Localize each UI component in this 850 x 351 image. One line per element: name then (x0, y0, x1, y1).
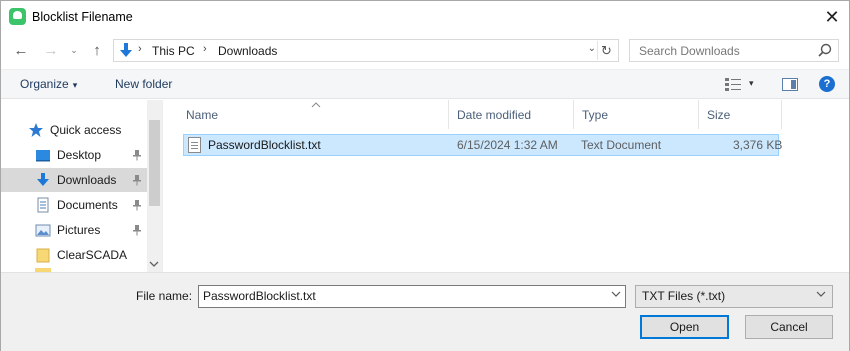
sidebar-item-label: ClearSCADA (57, 248, 128, 262)
file-size: 3,376 KB (733, 138, 783, 152)
breadcrumb-downloads[interactable]: Downloads (218, 44, 277, 58)
sidebar-item-downloads[interactable]: Downloads (1, 168, 147, 192)
column-header-label: Type (582, 107, 609, 122)
filename-dropdown[interactable] (611, 289, 621, 300)
up-button[interactable]: ↑ (87, 40, 107, 60)
filename-input[interactable]: PasswordBlocklist.txt (198, 285, 626, 308)
new-folder-button[interactable]: New folder (115, 77, 172, 91)
breadcrumb-separator: › (138, 43, 142, 55)
desktop-icon (36, 150, 50, 162)
pin-icon (132, 174, 142, 186)
address-bar[interactable]: › This PC › Downloads ⌄ ↻ (113, 39, 619, 62)
preview-pane-icon[interactable] (782, 78, 798, 91)
chevron-down-icon: ▾ (72, 80, 78, 90)
organize-label: Organize (20, 77, 69, 91)
download-icon (37, 173, 49, 186)
address-dropdown[interactable]: ⌄ (588, 43, 596, 54)
command-toolbar: Organize ▾ New folder ▾ ? (1, 69, 849, 99)
help-icon[interactable]: ? (819, 76, 835, 92)
filename-label: File name: (136, 289, 193, 303)
pictures-icon (35, 224, 51, 237)
sidebar-item-label: Documents (57, 198, 118, 212)
sidebar-item-clearscada[interactable]: ClearSCADA (1, 243, 147, 267)
column-header-size[interactable]: Size (699, 100, 782, 129)
window-title: Blocklist Filename (32, 10, 133, 24)
column-header-type[interactable]: Type (574, 100, 699, 129)
file-dialog: Blocklist Filename ✕ ← → ⌄ ↑ › This PC ›… (0, 0, 850, 351)
file-type-filter[interactable]: TXT Files (*.txt) (635, 285, 833, 308)
sidebar-item-label: Desktop (57, 148, 102, 162)
view-options-dropdown[interactable]: ▾ (749, 78, 754, 89)
filename-value: PasswordBlocklist.txt (203, 289, 316, 303)
navigation-pane: Quick access Desktop Downloads Documents… (1, 100, 162, 272)
column-header-date-modified[interactable]: Date modified (449, 100, 574, 129)
navigation-row: ← → ⌄ ↑ › This PC › Downloads ⌄ ↻ Search… (1, 37, 849, 65)
recent-locations-dropdown[interactable]: ⌄ (64, 40, 84, 60)
app-icon (9, 8, 26, 25)
organize-button[interactable]: Organize ▾ (20, 77, 77, 91)
column-header-label: Date modified (457, 107, 532, 122)
star-icon (29, 123, 43, 137)
sidebar-item-label: Downloads (57, 173, 117, 187)
file-type-filter-value: TXT Files (*.txt) (642, 289, 726, 303)
scrollbar-thumb[interactable] (149, 120, 160, 206)
cancel-button[interactable]: Cancel (745, 315, 833, 339)
file-type: Text Document (581, 138, 662, 152)
breadcrumb-separator: › (203, 43, 207, 55)
sidebar-item-label: Quick access (50, 123, 122, 137)
file-name: PasswordBlocklist.txt (208, 138, 321, 152)
column-header-label: Name (186, 107, 219, 122)
close-button[interactable]: ✕ (815, 1, 849, 33)
back-button[interactable]: ← (11, 40, 31, 60)
file-list: Name Date modified Type Size PasswordBlo… (162, 100, 849, 272)
forward-button[interactable]: → (41, 40, 61, 60)
open-button[interactable]: Open (640, 315, 729, 339)
sidebar-item-documents[interactable]: Documents (1, 193, 147, 217)
file-date-modified: 6/15/2024 1:32 AM (457, 138, 558, 152)
search-box[interactable]: Search Downloads (629, 39, 839, 62)
documents-icon (37, 197, 49, 213)
breadcrumb-this-pc[interactable]: This PC (152, 44, 195, 58)
scroll-down-arrow[interactable] (149, 259, 159, 269)
search-icon[interactable] (816, 42, 834, 60)
search-placeholder: Search Downloads (639, 44, 740, 58)
pin-icon (132, 149, 142, 161)
sidebar-item-label: Pictures (57, 223, 101, 237)
pin-icon (132, 199, 142, 211)
table-row[interactable]: PasswordBlocklist.txt 6/15/2024 1:32 AM … (183, 134, 783, 156)
sidebar-item-desktop[interactable]: Desktop (1, 143, 147, 167)
chevron-down-icon (816, 289, 826, 300)
navigation-scrollbar[interactable] (147, 100, 162, 272)
column-header-label: Size (707, 107, 731, 122)
sort-ascending-icon (311, 100, 321, 110)
folder-icon (36, 248, 50, 263)
sidebar-item-pictures[interactable]: Pictures (1, 218, 147, 242)
title-bar: Blocklist Filename ✕ (1, 1, 849, 33)
pin-icon (132, 224, 142, 236)
refresh-button[interactable]: ↻ (597, 41, 615, 60)
text-file-icon (188, 137, 201, 153)
sidebar-item-quick-access[interactable]: Quick access (1, 118, 147, 142)
dialog-footer: File name: PasswordBlocklist.txt TXT Fil… (1, 272, 849, 351)
downloads-location-icon (120, 43, 132, 57)
view-options-icon[interactable] (725, 78, 741, 91)
